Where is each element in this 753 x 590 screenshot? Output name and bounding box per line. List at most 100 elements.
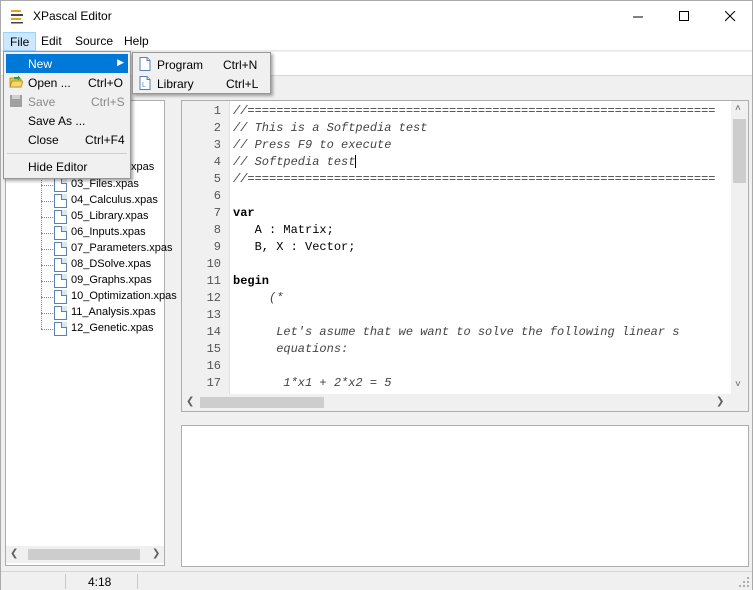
editor-horizontal-scrollbar[interactable]: ❮ ❯ — [182, 394, 748, 411]
menu-help[interactable]: Help — [118, 32, 155, 51]
tree-item[interactable]: 06_Inputs.xpas — [71, 226, 146, 242]
new-library[interactable]: L Library Ctrl+L — [135, 74, 268, 93]
code-line[interactable]: B, X : Vector; — [233, 240, 356, 254]
tree-item[interactable]: 05_Library.xpas — [71, 210, 148, 226]
tree-item[interactable]: 11_Analysis.xpas — [71, 306, 156, 322]
code-line[interactable]: equations: — [233, 342, 348, 356]
code-editor[interactable]: 1 2 3 4 5 6 7 8 9 10 11 12 13 14 15 16 17 //============… — [181, 100, 749, 412]
file-menu-close[interactable]: Close Ctrl+F4 — [6, 130, 128, 149]
line-number: 15 — [206, 342, 221, 356]
status-bar: 4:18 — [1, 571, 752, 590]
tree-item[interactable]: 04_Calculus.xpas — [71, 194, 158, 210]
line-number: 13 — [206, 308, 221, 322]
output-panel[interactable] — [181, 425, 749, 567]
line-number: 10 — [206, 257, 221, 271]
file-menu-hide-editor[interactable]: Hide Editor — [6, 157, 128, 176]
tree-connector — [41, 281, 53, 282]
window-title: XPascal Editor — [33, 9, 112, 23]
code-line[interactable]: 1*x1 + 2*x2 = 5 — [233, 376, 391, 390]
editor-vertical-scrollbar[interactable]: ˄ ˅ — [731, 101, 748, 395]
file-icon — [54, 290, 67, 304]
menu-edit[interactable]: Edit — [35, 32, 68, 51]
code-text: A : Matrix; — [233, 223, 334, 237]
code-text: //======================================… — [233, 104, 716, 118]
line-number: 8 — [213, 223, 221, 237]
line-number: 12 — [206, 291, 221, 305]
code-line[interactable]: var — [233, 206, 255, 220]
cursor-position: 4:18 — [88, 575, 112, 589]
tree-item[interactable]: 10_Optimization.xpas — [71, 290, 177, 306]
file-icon — [54, 226, 67, 240]
menu-source[interactable]: Source — [69, 32, 119, 51]
tree-item-partial[interactable]: xpas — [131, 161, 154, 177]
line-number: 5 — [213, 172, 221, 186]
editor-vscroll-thumb[interactable] — [733, 119, 746, 183]
line-number: 6 — [213, 189, 221, 203]
submenu-arrow-icon: ▶ — [117, 57, 124, 67]
app-window: XPascal Editor File Edit Source Help xpa… — [0, 0, 753, 590]
file-icon — [54, 274, 67, 288]
code-text: // Press F9 to execute — [233, 138, 392, 152]
file-menu-save[interactable]: Save Ctrl+S — [6, 92, 128, 111]
scroll-up-icon[interactable]: ˄ — [735, 103, 741, 114]
scroll-right-icon[interactable]: ❯ — [716, 396, 724, 407]
code-text: B, X : Vector; — [233, 240, 356, 254]
minimize-button[interactable] — [615, 1, 661, 31]
close-window-button[interactable] — [707, 1, 753, 31]
maximize-button[interactable] — [661, 1, 707, 31]
editor-hscroll-thumb[interactable] — [200, 397, 324, 408]
scroll-left-icon[interactable]: ❮ — [186, 396, 194, 407]
line-number: 3 — [213, 138, 221, 152]
tree-connector — [41, 329, 53, 330]
tree-connector — [41, 233, 53, 234]
code-text: Let's asume that we want to solve the fo… — [233, 325, 680, 339]
menu-bar: File Edit Source Help — [1, 31, 752, 51]
file-menu-open[interactable]: Open ... Ctrl+O — [6, 73, 128, 92]
file-icon — [54, 210, 67, 224]
save-disk-icon — [10, 95, 22, 107]
tree-item[interactable]: 12_Genetic.xpas — [71, 322, 154, 338]
scroll-down-icon[interactable]: ˅ — [735, 379, 741, 390]
code-line[interactable]: // This is a Softpedia test — [233, 121, 427, 135]
tree-connector — [41, 313, 53, 314]
status-separator — [65, 574, 66, 589]
code-text: //======================================… — [233, 172, 716, 186]
tree-connector — [41, 249, 53, 250]
resize-grip-icon[interactable] — [738, 576, 750, 588]
file-icon — [54, 322, 67, 336]
tree-item[interactable]: 08_DSolve.xpas — [71, 258, 151, 274]
line-number: 7 — [213, 206, 221, 220]
file-menu-save-as[interactable]: Save As ... — [6, 111, 128, 130]
code-line[interactable]: Let's asume that we want to solve the fo… — [233, 325, 679, 339]
svg-text:L: L — [142, 82, 146, 89]
scroll-left-icon[interactable]: ❮ — [10, 548, 18, 559]
line-number: 14 — [206, 325, 221, 339]
tree-item[interactable]: 03_Files.xpas — [71, 178, 139, 194]
code-line[interactable]: // Press F9 to execute — [233, 138, 391, 152]
line-number-gutter: 1 2 3 4 5 6 7 8 9 10 11 12 13 14 15 16 17 — [182, 101, 230, 395]
code-text: begin — [233, 274, 270, 288]
code-line[interactable]: //======================================… — [233, 104, 715, 118]
file-icon — [54, 178, 67, 192]
code-line[interactable]: begin — [233, 274, 269, 288]
tree-item[interactable]: 07_Parameters.xpas — [71, 242, 173, 258]
code-line[interactable]: // Softpedia test — [233, 155, 357, 169]
file-menu-new[interactable]: New ▶ — [6, 54, 128, 73]
code-text: 1*x1 + 2*x2 = 5 — [233, 376, 392, 390]
line-number: 11 — [206, 274, 221, 288]
tree-horizontal-scrollbar[interactable]: ❮ ❯ — [6, 546, 164, 563]
file-icon — [54, 242, 67, 256]
tree-scroll-thumb[interactable] — [28, 549, 140, 560]
line-number: 16 — [206, 359, 221, 373]
code-line[interactable]: //======================================… — [233, 172, 715, 186]
close-icon — [724, 10, 735, 21]
file-icon — [54, 306, 67, 320]
code-line[interactable]: (* — [233, 291, 283, 305]
code-line[interactable]: A : Matrix; — [233, 223, 334, 237]
new-program[interactable]: Program Ctrl+N — [135, 55, 268, 74]
scroll-right-icon[interactable]: ❯ — [152, 548, 160, 559]
menu-file[interactable]: File — [3, 32, 37, 51]
tree-item[interactable]: 09_Graphs.xpas — [71, 274, 152, 290]
line-number: 1 — [213, 104, 221, 118]
maximize-icon — [678, 10, 689, 21]
